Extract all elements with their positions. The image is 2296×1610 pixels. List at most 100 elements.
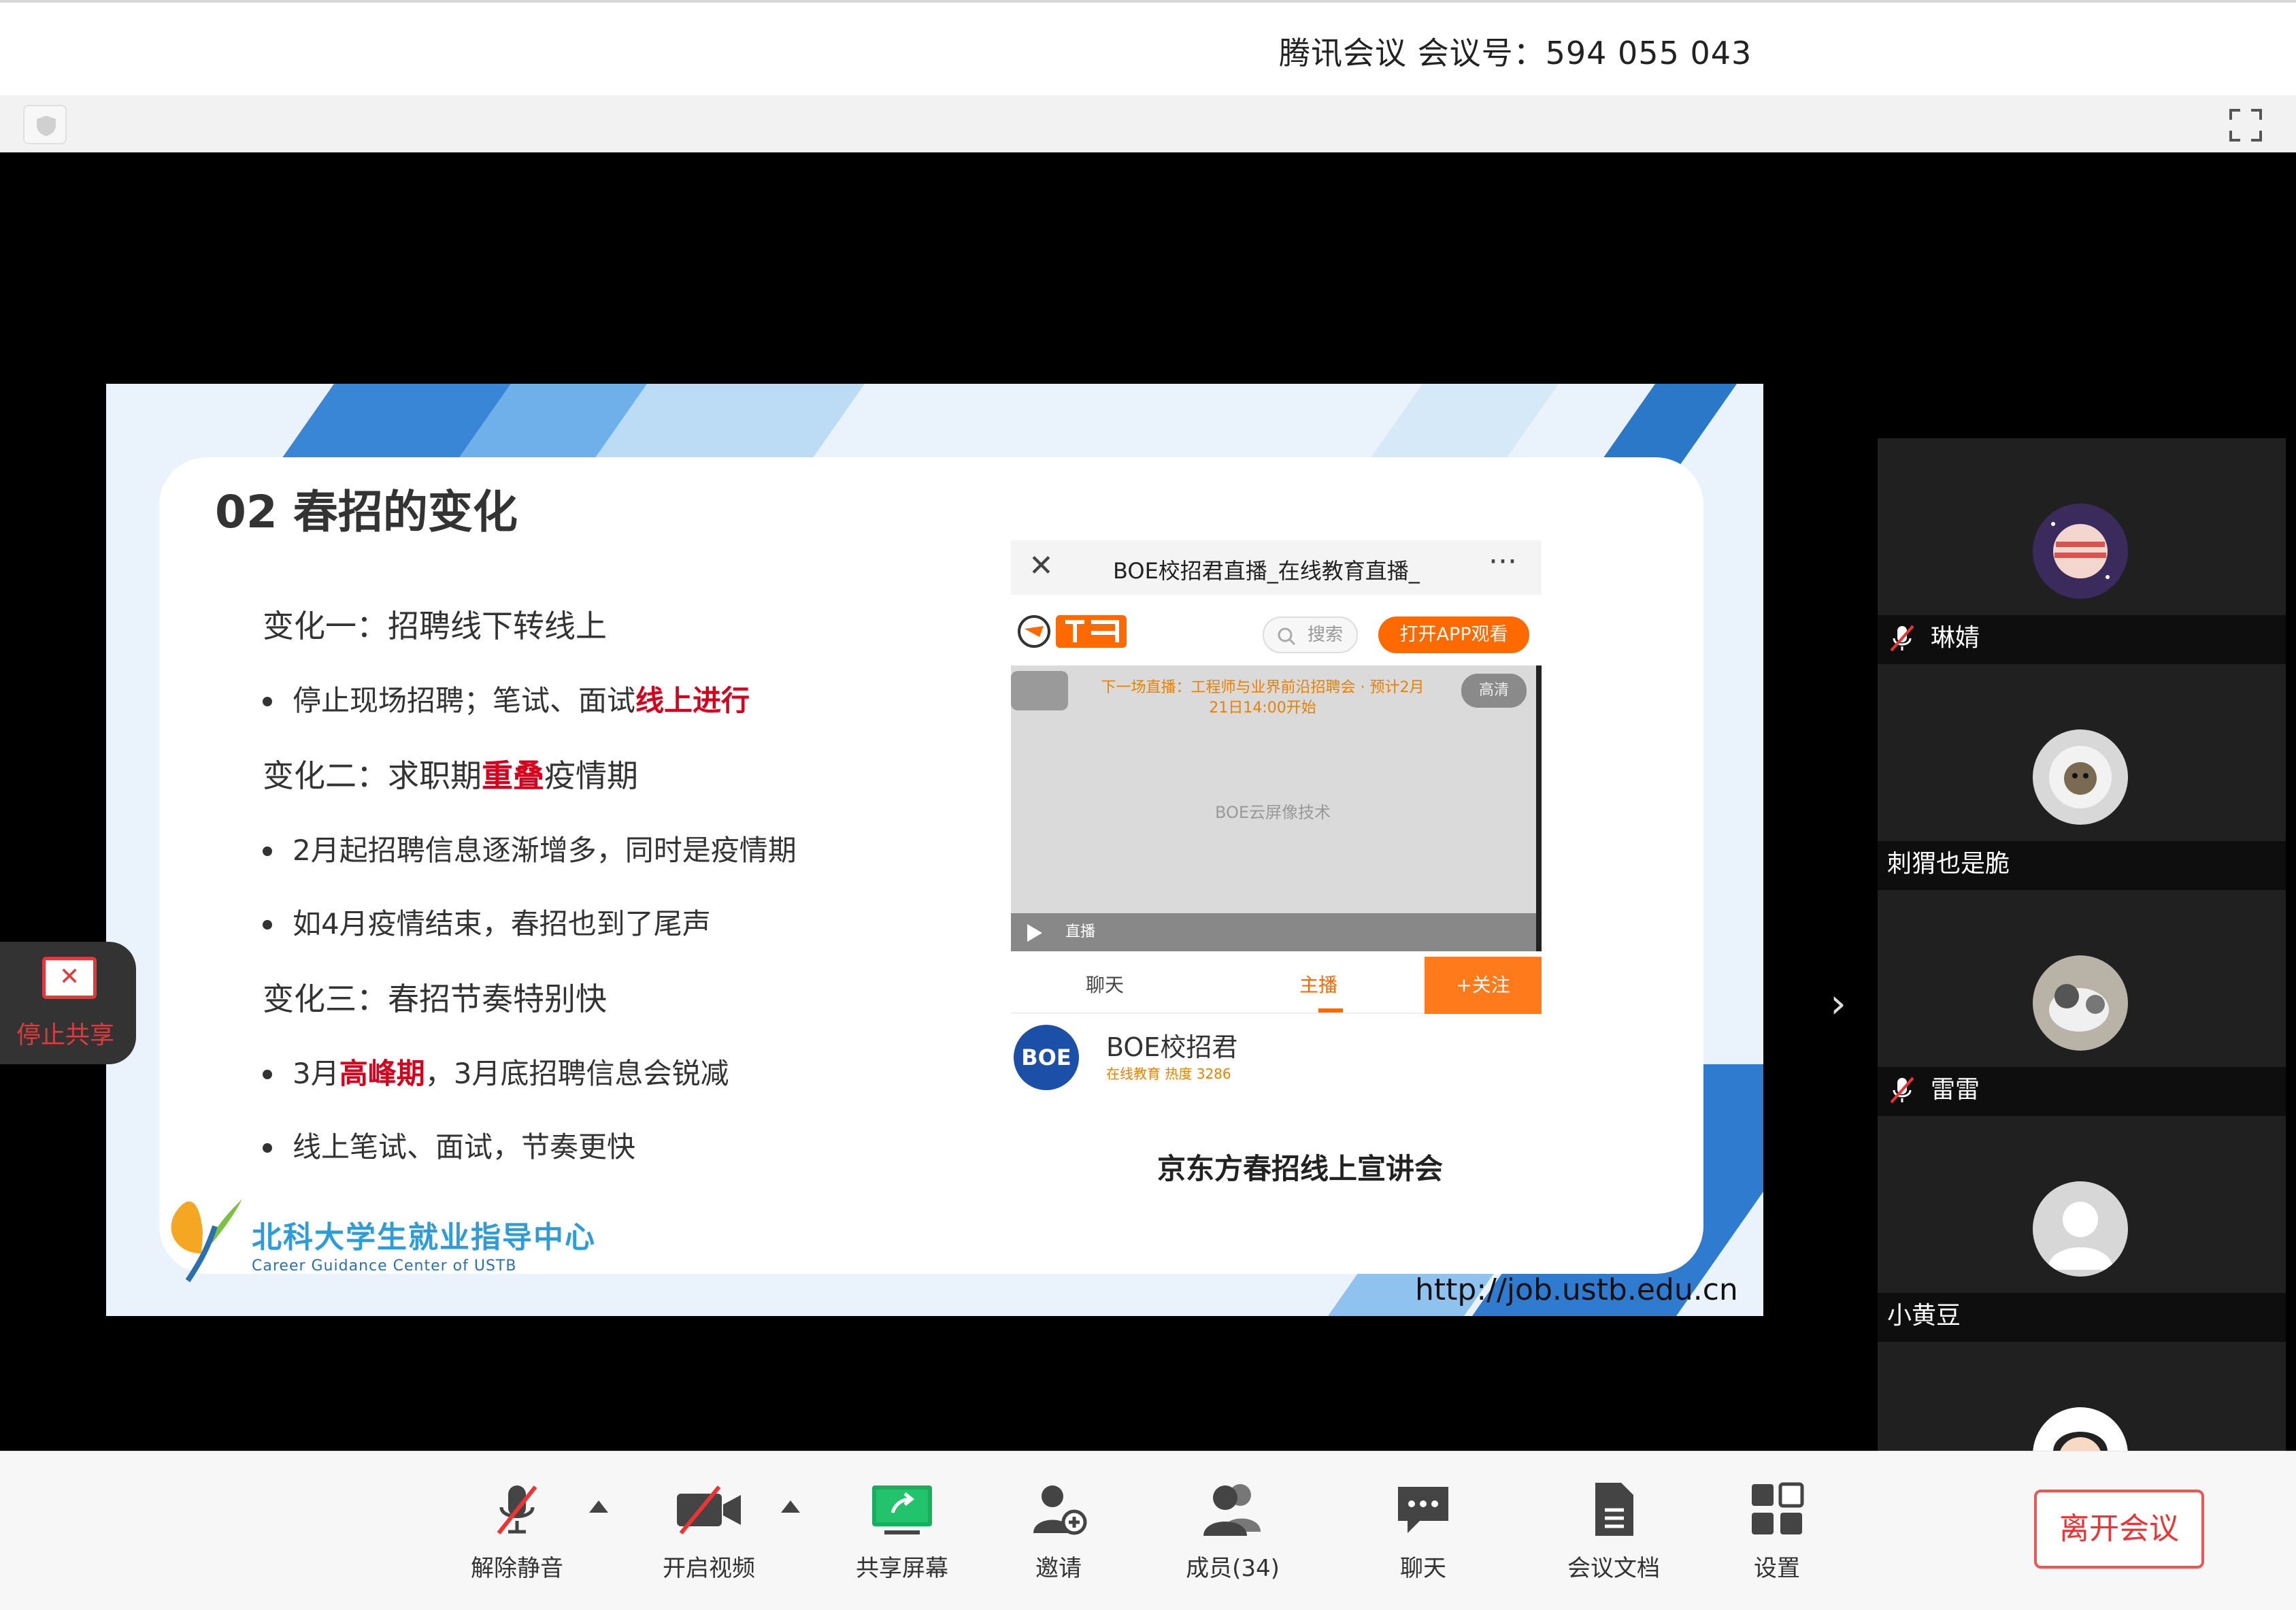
stop-share-button[interactable]: 停止共享 [0, 942, 136, 1064]
participant-tile[interactable]: 琳婧 [1878, 438, 2286, 664]
more-icon: ··· [1488, 544, 1517, 579]
embedded-live-stream-screenshot: ✕ BOE校招君直播_在线教育直播_ ··· 搜索 打开APP观看 下一场直播：… [1011, 540, 1542, 1090]
phone-search-label: 搜索 [1308, 625, 1344, 645]
line-text: 变化二：求职期 [263, 757, 482, 794]
mic-muted-icon [497, 1485, 537, 1534]
meeting-stage: 02 春招的变化 变化一：招聘线下转线上 停止现场招聘；笔试、面试线上进行 变化二：… [0, 152, 2296, 1571]
douyu-logo-icon [1018, 615, 1127, 648]
participant-name: 小黄豆 [1887, 1302, 1961, 1330]
boe-logo: BOE [1014, 1025, 1079, 1090]
slide-caption: 京东方春招线上宣讲会 [1157, 1152, 1444, 1185]
video-options-caret-icon[interactable] [781, 1500, 800, 1513]
stop-share-icon [42, 957, 97, 999]
avatar [2033, 504, 2128, 599]
phone-tab-chat: 聊天 [1086, 974, 1125, 996]
butterfly-logo-icon [171, 1199, 242, 1283]
line-text: ，3月底招聘信息会锐减 [425, 1057, 729, 1090]
settings-label: 设置 [1754, 1555, 1800, 1582]
members-label: 成员(34) [1186, 1555, 1280, 1582]
phone-tabs: 聊天 主播 +关注 [1011, 957, 1542, 1014]
org-logo: 北科大学生就业指导中心 Career Guidance Center of US… [161, 1185, 603, 1294]
line-text: 3月 [293, 1057, 339, 1090]
slide-bullets: 变化一：招聘线下转线上 停止现场招聘；笔试、面试线上进行 变化二：求职期重叠疫情期 2… [263, 588, 1113, 1184]
stream-notice: 下一场直播：工程师与业界前沿招聘会 · 预计2月21日14:00开始 [1101, 679, 1425, 717]
streamer-sub: 在线教育 热度 3286 [1106, 1066, 1231, 1082]
leave-meeting-button[interactable]: 离开会议 [2034, 1490, 2204, 1568]
line-text: 如4月疫情结束，春招也到了尾声 [293, 907, 711, 940]
video-controls: 直播 [1011, 913, 1536, 951]
follow-button: +关注 [1425, 957, 1542, 1014]
phone-header: ✕ BOE校招君直播_在线教育直播_ ··· [1011, 540, 1542, 595]
meeting-docs-button[interactable]: 会议文档 [1552, 1479, 1675, 1583]
shared-slide: 02 春招的变化 变化一：招聘线下转线上 停止现场招聘；笔试、面试线上进行 变化二：… [106, 384, 1763, 1316]
share-screen-label: 共享屏幕 [856, 1555, 948, 1582]
phone-tab-host: 主播 [1299, 974, 1338, 996]
chevron-right-icon[interactable]: › [1830, 980, 1846, 1028]
start-video-button[interactable]: 开启视频 [648, 1479, 770, 1583]
slide-heading: 变化三：春招节奏特别快 [263, 961, 1113, 1037]
slide-heading: 变化二：求职期重叠疫情期 [263, 738, 1113, 814]
slide-heading: 变化一：招聘线下转线上 [263, 588, 1113, 664]
highlight-text: 重叠 [482, 757, 544, 794]
slide-bullet: 如4月疫情结束，春招也到了尾声 [263, 887, 1113, 961]
invite-label: 邀请 [1035, 1555, 1082, 1582]
camera-off-icon [677, 1485, 741, 1534]
meeting-toolbar: 解除静音 开启视频 共享屏幕 邀请 成员(34) 聊天 会议文档 设置 离开会议 [0, 1451, 2296, 1610]
open-app-button: 打开APP观看 [1378, 617, 1529, 653]
tab-underline [1318, 1008, 1343, 1013]
avatar [2033, 1181, 2128, 1277]
quality-badge: 高清 [1461, 674, 1527, 708]
org-name-en: Career Guidance Center of USTB [252, 1258, 517, 1275]
org-name: 北科大学生就业指导中心 [252, 1220, 596, 1255]
invite-button[interactable]: 邀请 [997, 1479, 1120, 1583]
slide-bullet: 停止现场招聘；笔试、面试线上进行 [263, 664, 1113, 738]
line-text: 停止现场招聘；笔试、面试 [293, 684, 636, 717]
stop-share-label: 停止共享 [16, 1021, 115, 1049]
share-screen-icon [872, 1485, 932, 1534]
highlight-text: 线上进行 [635, 684, 750, 717]
participant-tile[interactable]: 小黄豆 [1878, 1116, 2286, 1342]
slide-bullet: 线上笔试、面试，节奏更快 [263, 1111, 1113, 1184]
line-text: 线上笔试、面试，节奏更快 [293, 1130, 636, 1164]
phone-title: BOE校招君直播_在线教育直播_ [1113, 558, 1420, 584]
document-icon [1595, 1483, 1633, 1536]
avatar [2033, 955, 2128, 1051]
phone-app-bar: 搜索 打开APP观看 [1011, 595, 1542, 666]
fullscreen-icon[interactable] [2225, 105, 2266, 146]
participant-tile[interactable]: 刺猬也是脆 [1878, 664, 2286, 890]
streamer-name: BOE校招君 [1106, 1032, 1238, 1062]
play-icon [1027, 924, 1042, 942]
members-icon [1203, 1484, 1261, 1536]
live-label: 直播 [1065, 923, 1096, 940]
close-icon: ✕ [1029, 548, 1054, 583]
security-shield-icon[interactable] [23, 105, 67, 144]
sub-toolbar [0, 95, 2296, 152]
avatar [2033, 729, 2128, 825]
start-video-label: 开启视频 [663, 1555, 755, 1582]
settings-button[interactable]: 设置 [1716, 1479, 1838, 1583]
video-caption: BOE云屏像技术 [1214, 803, 1331, 822]
line-text: 变化一：招聘线下转线上 [263, 608, 607, 644]
meeting-docs-label: 会议文档 [1567, 1555, 1660, 1582]
phone-search: 搜索 [1263, 617, 1358, 653]
phone-video: 下一场直播：工程师与业界前沿招聘会 · 预计2月21日14:00开始 高清 BO… [1011, 666, 1542, 951]
members-button[interactable]: 成员(34) [1171, 1479, 1294, 1583]
slide-bullet: 3月高峰期，3月底招聘信息会锐减 [263, 1037, 1113, 1111]
chat-button[interactable]: 聊天 [1362, 1479, 1484, 1583]
audio-options-caret-icon[interactable] [589, 1500, 608, 1513]
participant-name: 刺猬也是脆 [1887, 850, 2010, 878]
unmute-label: 解除静音 [471, 1555, 563, 1582]
add-user-icon [1033, 1485, 1087, 1535]
slide-title: 02 春招的变化 [215, 486, 518, 538]
slide-bullet: 2月起招聘信息逐渐增多，同时是疫情期 [263, 814, 1113, 887]
title-bar: 腾讯会议 会议号：594 055 043 [0, 0, 2296, 95]
share-screen-button[interactable]: 共享屏幕 [841, 1479, 963, 1583]
participant-name: 琳婧 [1931, 624, 1980, 652]
unmute-button[interactable]: 解除静音 [456, 1479, 578, 1583]
line-text: 疫情期 [544, 757, 638, 794]
expand-icon [1011, 671, 1068, 710]
highlight-text: 高峰期 [339, 1057, 425, 1090]
participant-tile[interactable]: 雷雷 [1878, 890, 2286, 1116]
grid-settings-icon [1752, 1482, 1804, 1534]
slide-url: http://job.ustb.edu.cn [1415, 1272, 1738, 1307]
